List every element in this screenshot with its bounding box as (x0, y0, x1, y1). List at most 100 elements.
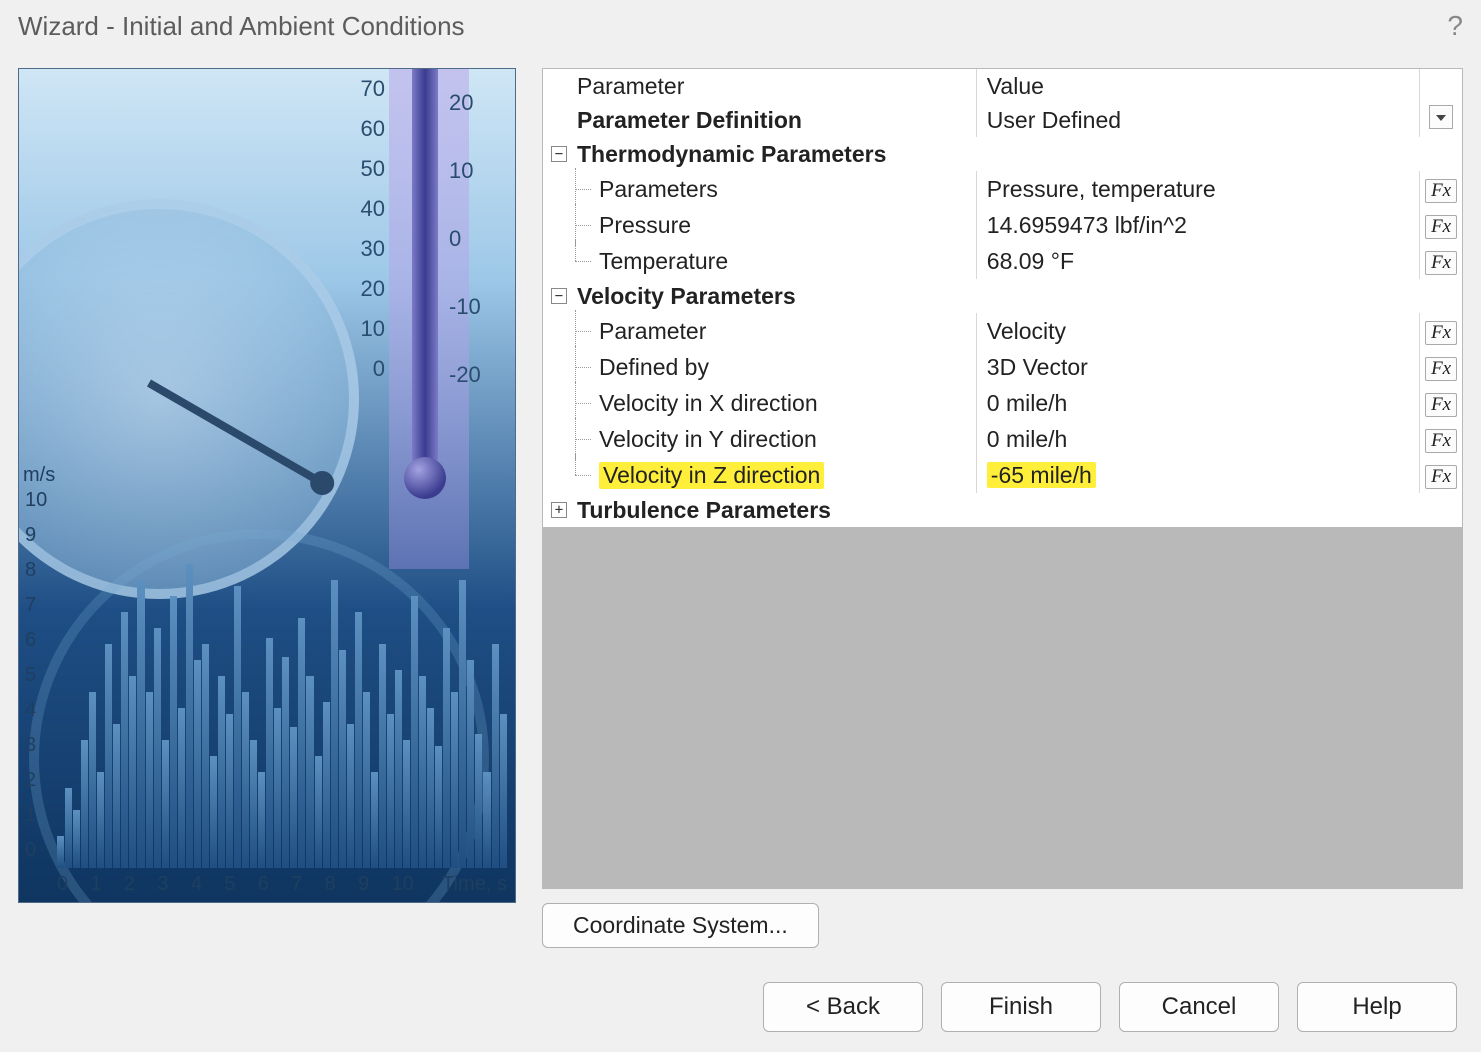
value[interactable]: 3D Vector (976, 349, 1419, 385)
titlebar: Wizard - Initial and Ambient Conditions … (0, 0, 1481, 48)
ytick: 1 (25, 798, 47, 833)
label-parameter-definition: Parameter Definition (577, 107, 802, 134)
collapse-icon[interactable]: − (551, 288, 567, 304)
tick: -10 (449, 273, 487, 341)
xtick: 1 (90, 873, 101, 896)
tick: 30 (355, 229, 385, 269)
row-velocity-parameter[interactable]: Parameter Velocity Fx (543, 313, 1462, 349)
body-area: 70 60 50 40 30 20 10 0 20 10 0 -10 -20 m… (0, 48, 1481, 958)
row-velocity-x[interactable]: Velocity in X direction 0 mile/h Fx (543, 385, 1462, 421)
value[interactable]: 0 mile/h (976, 385, 1419, 421)
window-title: Wizard - Initial and Ambient Conditions (18, 11, 465, 42)
fx-button[interactable]: Fx (1425, 357, 1457, 382)
ytick: 10 (25, 483, 47, 518)
xtick: 2 (124, 873, 135, 896)
section-title: Turbulence Parameters (577, 497, 831, 524)
chart-area: m/s 10 9 8 7 6 5 4 3 2 1 0 0 1 (19, 472, 515, 902)
xtick: 3 (157, 873, 168, 896)
fx-button[interactable]: Fx (1425, 215, 1457, 240)
tick: 0 (355, 349, 385, 389)
fx-button[interactable]: Fx (1425, 465, 1457, 490)
thermometer-tube-icon (412, 69, 438, 464)
collapse-icon[interactable]: − (551, 146, 567, 162)
row-parameters[interactable]: Parameters Pressure, temperature Fx (543, 171, 1462, 207)
ytick: 7 (25, 588, 47, 623)
label: Velocity in Y direction (599, 426, 817, 453)
chart-bars-icon (57, 498, 507, 868)
tick: 10 (355, 309, 385, 349)
value-parameter-definition[interactable]: User Defined (976, 103, 1419, 137)
illustration-panel: 70 60 50 40 30 20 10 0 20 10 0 -10 -20 m… (18, 68, 516, 903)
tick: -20 (449, 341, 487, 409)
row-defined-by[interactable]: Defined by 3D Vector Fx (543, 349, 1462, 385)
chart-x-axis: 0 1 2 3 4 5 6 7 8 9 10 Time, s (57, 873, 507, 896)
fx-button[interactable]: Fx (1425, 179, 1457, 204)
tick: 20 (449, 69, 487, 137)
value[interactable]: 14.6959473 lbf/in^2 (976, 207, 1419, 243)
chart-y-axis: 10 9 8 7 6 5 4 3 2 1 0 (25, 483, 47, 868)
help-icon[interactable]: ? (1447, 10, 1463, 42)
label: Parameters (599, 176, 718, 203)
section-title: Thermodynamic Parameters (577, 141, 886, 168)
tick: 50 (355, 149, 385, 189)
xtick: 9 (358, 873, 369, 896)
section-title: Velocity Parameters (577, 283, 796, 310)
fx-button[interactable]: Fx (1425, 429, 1457, 454)
tick: 10 (449, 137, 487, 205)
section-turbulence[interactable]: + Turbulence Parameters (543, 493, 1462, 527)
fx-button[interactable]: Fx (1425, 251, 1457, 276)
value[interactable]: Velocity (976, 313, 1419, 349)
thermometer-scale-right: 20 10 0 -10 -20 (449, 69, 487, 409)
right-panel: Parameter Value Parameter Definition Use… (542, 68, 1463, 948)
value-highlight: -65 mile/h (987, 462, 1096, 488)
finish-button[interactable]: Finish (941, 982, 1101, 1032)
ytick: 5 (25, 658, 47, 693)
xtick: 10 (392, 873, 414, 896)
value[interactable]: 0 mile/h (976, 421, 1419, 457)
label: Defined by (599, 354, 709, 381)
xtick: 5 (224, 873, 235, 896)
help-button[interactable]: Help (1297, 982, 1457, 1032)
cancel-button[interactable]: Cancel (1119, 982, 1279, 1032)
ytick: 9 (25, 518, 47, 553)
value[interactable]: -65 mile/h (976, 457, 1419, 493)
thermometer-scale-left: 70 60 50 40 30 20 10 0 (355, 69, 385, 389)
tick: 0 (449, 205, 487, 273)
header-parameter: Parameter (577, 73, 684, 100)
value[interactable]: Pressure, temperature (976, 171, 1419, 207)
fx-button[interactable]: Fx (1425, 393, 1457, 418)
ytick: 6 (25, 623, 47, 658)
label: Velocity in Z direction (599, 462, 824, 489)
back-button[interactable]: < Back (763, 982, 923, 1032)
section-thermodynamic[interactable]: −Thermodynamic Parameters (543, 137, 1462, 171)
fx-button[interactable]: Fx (1425, 321, 1457, 346)
label: Pressure (599, 212, 691, 239)
xtick: 4 (191, 873, 202, 896)
expand-icon[interactable]: + (551, 502, 567, 518)
row-velocity-y[interactable]: Velocity in Y direction 0 mile/h Fx (543, 421, 1462, 457)
chart-x-unit: Time, s (442, 873, 507, 896)
row-velocity-z[interactable]: Velocity in Z direction -65 mile/h Fx (543, 457, 1462, 493)
tick: 70 (355, 69, 385, 109)
xtick: 7 (291, 873, 302, 896)
coordinate-system-button[interactable]: Coordinate System... (542, 903, 819, 948)
row-pressure[interactable]: Pressure 14.6959473 lbf/in^2 Fx (543, 207, 1462, 243)
ytick: 4 (25, 693, 47, 728)
ytick: 8 (25, 553, 47, 588)
xtick: 8 (325, 873, 336, 896)
section-velocity[interactable]: −Velocity Parameters (543, 279, 1462, 313)
below-grid: Coordinate System... (542, 889, 1463, 948)
tick: 40 (355, 189, 385, 229)
grid-header-row: Parameter Value (543, 69, 1462, 103)
label: Velocity in X direction (599, 390, 818, 417)
ytick: 2 (25, 763, 47, 798)
xtick: 6 (258, 873, 269, 896)
value[interactable]: 68.09 °F (976, 243, 1419, 279)
row-parameter-definition[interactable]: Parameter Definition User Defined (543, 103, 1462, 137)
dropdown-button[interactable] (1429, 105, 1453, 129)
parameter-grid: Parameter Value Parameter Definition Use… (542, 68, 1463, 889)
row-temperature[interactable]: Temperature 68.09 °F Fx (543, 243, 1462, 279)
header-value: Value (976, 69, 1419, 103)
tick: 60 (355, 109, 385, 149)
label: Parameter (599, 318, 706, 345)
